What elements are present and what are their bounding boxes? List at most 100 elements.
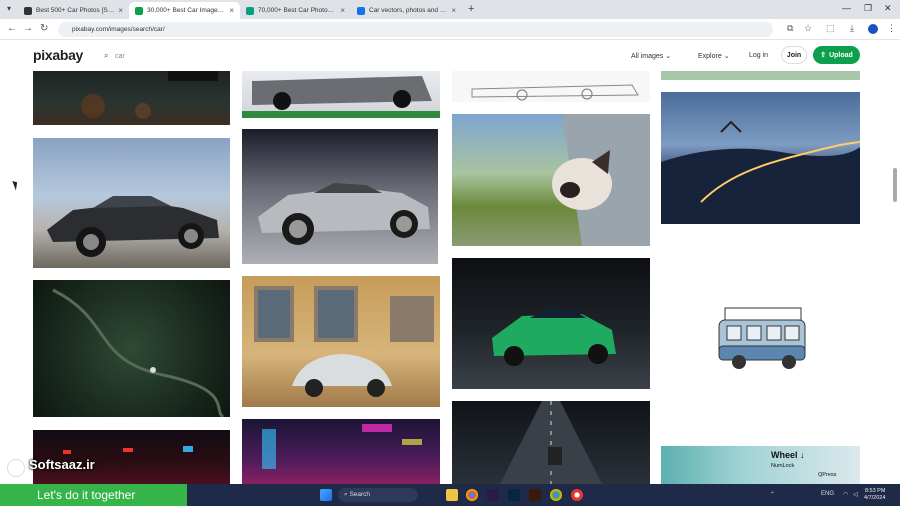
scrollbar-thumb[interactable] [893, 168, 897, 202]
browser-tab-4[interactable]: Car vectors, photos and PSD fil... × [351, 2, 462, 19]
photo-mustang[interactable] [33, 138, 230, 268]
pixabay-logo[interactable]: pixabay [33, 47, 83, 63]
photo-porsche-carrera-gt[interactable] [242, 129, 438, 264]
close-icon[interactable]: × [451, 6, 456, 15]
menu-icon[interactable]: ⋮ [887, 23, 896, 34]
tab-title: Car vectors, photos and PSD fil... [369, 7, 447, 14]
page-scrollbar[interactable] [892, 71, 898, 484]
photo-art [552, 114, 650, 246]
photo-forest-road-aerial[interactable] [33, 280, 230, 417]
tab-title: Best 500+ Car Photos [Spectac... [36, 7, 114, 14]
upload-icon: ⇧ [820, 52, 827, 59]
tagline-banner: Let's do it together [0, 484, 187, 506]
vector-camper-van[interactable] [661, 236, 860, 436]
taskbar-search[interactable]: ⌕ Search [338, 488, 418, 502]
url-field[interactable]: pixabay.com/images/search/car/ [58, 22, 773, 37]
photo-coastal-night-road[interactable] [661, 92, 860, 224]
photo-art [258, 183, 430, 245]
login-link[interactable]: Log in [749, 52, 768, 59]
photo-city-night-2[interactable] [242, 419, 440, 484]
back-icon[interactable]: ← [7, 23, 17, 34]
photo-art [262, 424, 422, 469]
explore-label: Explore [698, 53, 722, 60]
photo-lake-landscape[interactable] [661, 446, 860, 484]
photo-art [254, 286, 434, 397]
key-overlay-wheel: Wheel ↓ [771, 450, 805, 460]
search-input[interactable] [115, 49, 315, 63]
browser-tab-1[interactable]: Best 500+ Car Photos [Spectac... × [18, 2, 129, 19]
photo-art [492, 308, 616, 366]
new-tab-icon[interactable]: + [468, 3, 474, 15]
photo-art [661, 120, 860, 224]
download-icon[interactable]: ⤓ [850, 23, 854, 34]
minimize-icon[interactable]: — [842, 3, 851, 13]
photo-art [471, 84, 639, 101]
chevron-down-icon: ⌄ [665, 53, 672, 60]
photo-art [81, 71, 218, 119]
extensions-icon[interactable]: ⬚ [826, 23, 835, 34]
tab-favicon [357, 6, 365, 15]
all-images-dropdown[interactable]: All images ⌄ [631, 52, 671, 60]
url-text: pixabay.com/images/search/car/ [72, 26, 165, 33]
upload-label: Upload [829, 51, 853, 59]
tab-title: 70,000+ Best Car Photos · 100... [258, 7, 336, 14]
join-label: Join [786, 51, 802, 59]
photo-night-highway[interactable] [452, 401, 650, 484]
window-close-icon[interactable]: ✕ [884, 3, 892, 14]
camper-van-icon [718, 307, 806, 369]
illustrator-icon[interactable] [529, 489, 541, 501]
restore-icon[interactable]: ❐ [864, 3, 872, 14]
browser-tab-bar: ▾ Best 500+ Car Photos [Spectac... × 30,… [0, 0, 900, 19]
browser-tab-3[interactable]: 70,000+ Best Car Photos · 100... × [240, 2, 351, 19]
forward-icon[interactable]: → [23, 23, 33, 34]
tab-title: 30,000+ Best Car Images, Pictu... [147, 7, 225, 14]
tray-chevron-icon[interactable]: ⌃ [770, 491, 775, 498]
tab-list-icon[interactable]: ▾ [7, 4, 11, 13]
after-effects-icon[interactable] [487, 489, 499, 501]
app-icon[interactable] [571, 489, 583, 501]
photo-art [500, 401, 602, 484]
site-header: pixabay ⌕ All images ⌄ Explore ⌄ Log in … [0, 41, 900, 71]
tab-favicon [24, 6, 32, 15]
all-images-label: All images [631, 53, 664, 60]
clock-time: 8:53 PM [864, 488, 886, 494]
mouse-cursor-icon [12, 179, 20, 191]
photo-dog-in-car-window[interactable] [452, 114, 650, 246]
photo-green-strip[interactable] [661, 71, 860, 80]
file-explorer-icon[interactable] [446, 489, 458, 501]
photo-car-sketch[interactable] [452, 71, 650, 102]
photo-dark-car-top[interactable] [33, 71, 230, 125]
photo-mercedes-amg[interactable] [242, 71, 440, 118]
chrome-active-icon[interactable] [550, 489, 562, 501]
language-indicator[interactable]: ENG [821, 491, 834, 497]
photo-art [47, 196, 219, 257]
browser-tab-2[interactable]: 30,000+ Best Car Images, Pictu... × [129, 2, 240, 19]
wifi-icon[interactable]: ◠ [843, 491, 848, 498]
close-icon[interactable]: × [229, 6, 234, 15]
windows-start-icon[interactable] [320, 489, 332, 501]
volume-icon[interactable]: ◁ [853, 491, 858, 498]
bookmark-star-icon[interactable]: ☆ [804, 23, 812, 34]
clock-date: 4/7/2024 [864, 495, 886, 501]
key-overlay-numlock: NumLock [771, 463, 795, 469]
taskbar-search-label: Search [349, 491, 371, 498]
chevron-down-icon: ⌄ [723, 53, 730, 60]
key-overlay-qpress: QPress [818, 472, 837, 478]
photoshop-icon[interactable] [508, 489, 520, 501]
join-button[interactable]: Join [781, 46, 807, 64]
tagline-text: Let's do it together [37, 488, 136, 502]
photo-citroen-2cv[interactable] [242, 276, 440, 407]
install-app-icon[interactable]: ⧉ [787, 23, 793, 34]
photo-art [52, 288, 225, 417]
chrome-icon[interactable] [466, 489, 478, 501]
close-icon[interactable]: × [118, 6, 123, 15]
profile-avatar[interactable] [868, 24, 878, 34]
taskbar-clock[interactable]: 8:53 PM 4/7/2024 [864, 488, 885, 502]
upload-button[interactable]: ⇧ Upload [813, 46, 860, 64]
photo-green-racecar[interactable] [452, 258, 650, 389]
watermark-label: Softsaaz.ir [29, 457, 95, 472]
tab-favicon [246, 6, 254, 15]
reload-icon[interactable]: ↻ [40, 23, 48, 34]
close-icon[interactable]: × [340, 6, 345, 15]
explore-menu[interactable]: Explore ⌄ [698, 52, 730, 60]
